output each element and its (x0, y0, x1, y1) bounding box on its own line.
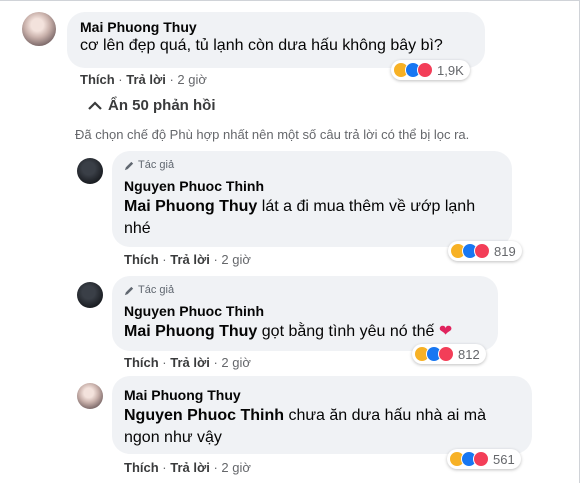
reply-text: Nguyen Phuoc Thinh chưa ăn dưa hấu nhà a… (124, 407, 486, 446)
reply-link[interactable]: Trả lời (170, 252, 210, 267)
timestamp[interactable]: 2 giờ (221, 460, 251, 475)
reply-actions: Thích · Trả lời · 2 giờ (124, 355, 251, 370)
filter-notice: Đã chọn chế độ Phù hợp nhất nên một số c… (75, 127, 470, 142)
love-reaction-icon (474, 243, 490, 259)
mention-link[interactable]: Nguyen Phuoc Thinh (124, 407, 284, 424)
reply-link[interactable]: Trả lời (170, 355, 210, 370)
like-link[interactable]: Thích (124, 460, 159, 475)
reaction-summary[interactable]: 819 (448, 241, 522, 261)
mention-link[interactable]: Mai Phuong Thuy (124, 323, 257, 340)
reaction-count: 561 (493, 451, 515, 467)
reply-author[interactable]: Nguyen Phuoc Thinh (124, 303, 264, 319)
reaction-summary[interactable]: 812 (412, 344, 486, 364)
comment-text: cơ lên đẹp quá, tủ lạnh còn dưa hấu khôn… (80, 37, 443, 54)
like-link[interactable]: Thích (80, 72, 115, 87)
comment-actions: Thích · Trả lời · 2 giờ (80, 72, 207, 87)
reply-actions: Thích · Trả lời · 2 giờ (124, 460, 251, 475)
reaction-summary[interactable]: 1,9K (391, 60, 470, 80)
reply-link[interactable]: Trả lời (170, 460, 210, 475)
timestamp[interactable]: 2 giờ (221, 355, 251, 370)
reply-author[interactable]: Mai Phuong Thuy (124, 387, 241, 403)
reaction-count: 812 (458, 346, 480, 362)
reaction-count: 819 (494, 243, 516, 259)
avatar[interactable] (77, 383, 103, 409)
author-badge: Tác giả (124, 159, 174, 171)
chevron-up-icon (88, 100, 102, 110)
hide-replies-label: Ẩn 50 phản hồi (108, 97, 216, 114)
timestamp[interactable]: 2 giờ (221, 252, 251, 267)
reaction-summary[interactable]: 561 (447, 449, 521, 469)
avatar[interactable] (77, 158, 103, 184)
love-reaction-icon (473, 451, 489, 467)
like-link[interactable]: Thích (124, 252, 159, 267)
pencil-icon (124, 286, 134, 295)
reply-link[interactable]: Trả lời (126, 72, 166, 87)
reply-text: Mai Phuong Thuy lát a đi mua thêm về ướp… (124, 198, 476, 237)
like-link[interactable]: Thích (124, 355, 159, 370)
author-badge: Tác giả (124, 284, 174, 296)
timestamp[interactable]: 2 giờ (177, 72, 207, 87)
pencil-icon (124, 161, 134, 170)
avatar[interactable] (22, 12, 56, 46)
avatar[interactable] (77, 282, 103, 308)
hide-replies-button[interactable]: Ẩn 50 phản hồi (88, 97, 216, 114)
reply-author[interactable]: Nguyen Phuoc Thinh (124, 178, 264, 194)
reaction-count: 1,9K (437, 62, 464, 78)
heart-emoji: ❤ (438, 323, 453, 340)
reply-text: Mai Phuong Thuy gọt bằng tình yêu nó thế… (124, 323, 453, 340)
comment-author[interactable]: Mai Phuong Thuy (80, 19, 197, 35)
mention-link[interactable]: Mai Phuong Thuy (124, 198, 257, 215)
love-reaction-icon (417, 62, 433, 78)
reply-actions: Thích · Trả lời · 2 giờ (124, 252, 251, 267)
top-border (0, 0, 580, 1)
love-reaction-icon (438, 346, 454, 362)
